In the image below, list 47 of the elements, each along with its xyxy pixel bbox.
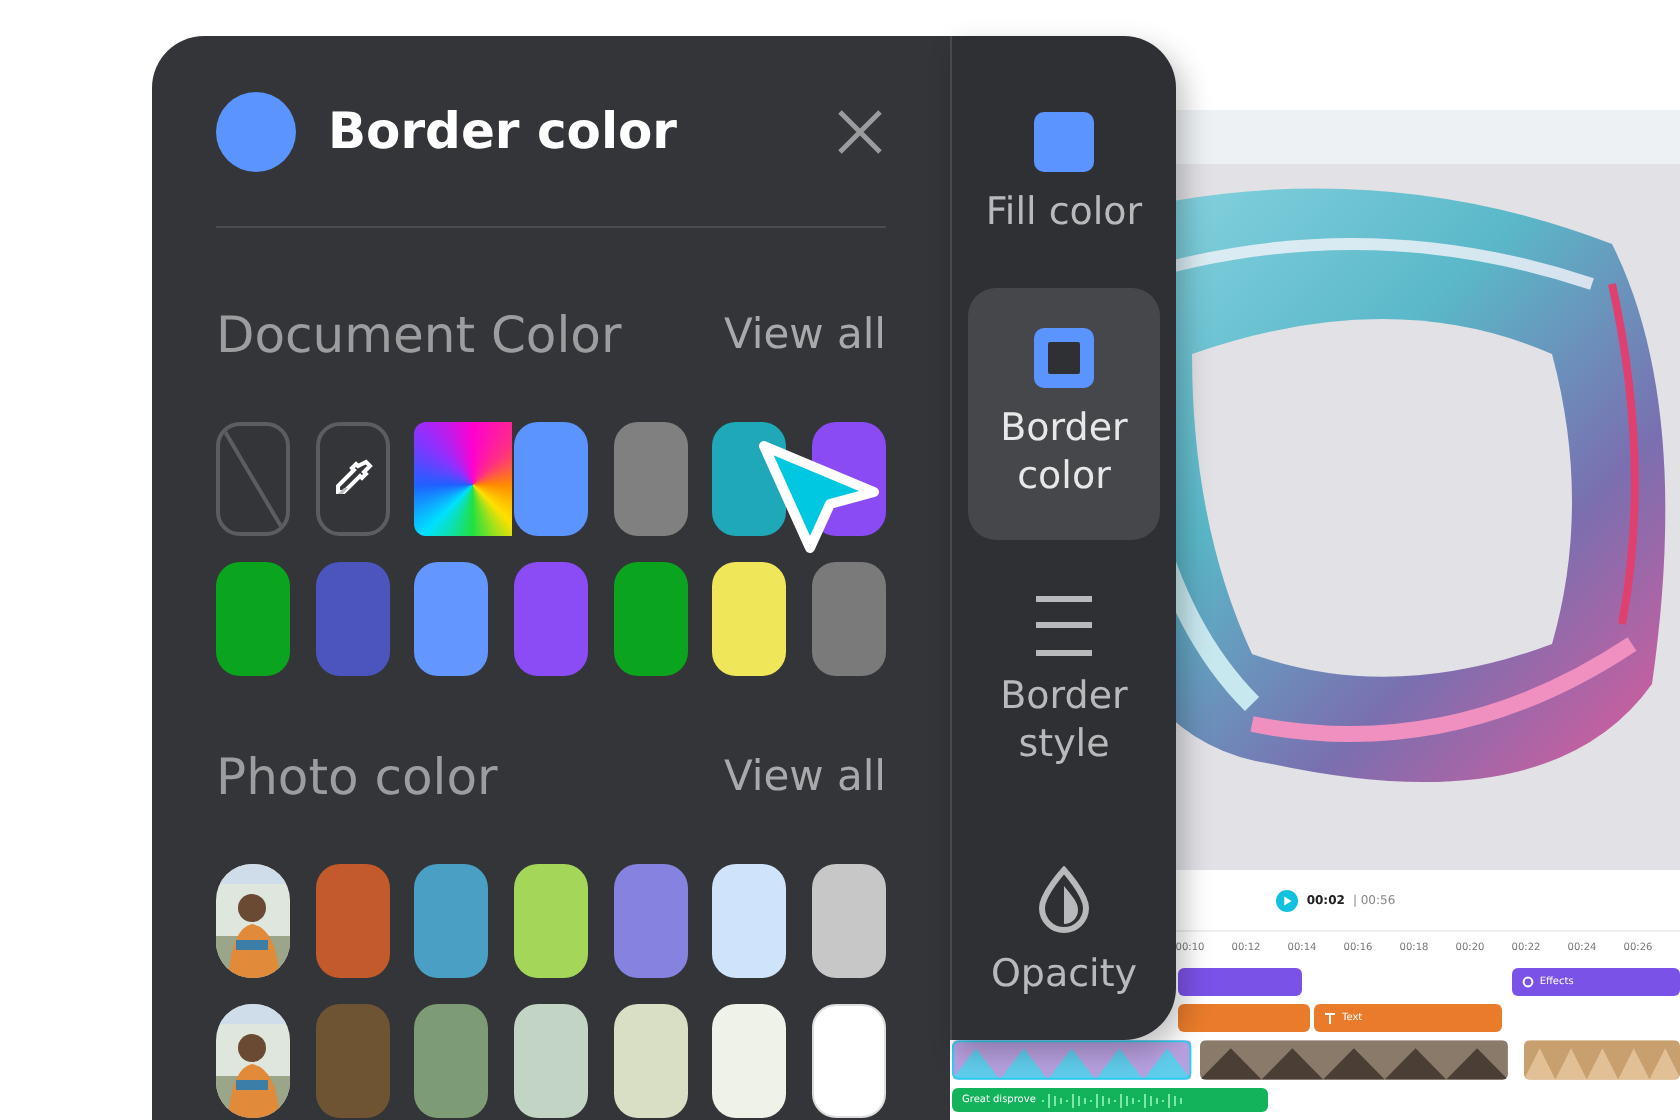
sidebar-label: Border style [998,671,1130,768]
sidebar-item[interactable]: Fill color [968,76,1160,273]
view-all-link[interactable]: View all [723,752,886,800]
lines-icon [1036,595,1092,656]
view-all-link[interactable]: View all [723,310,886,358]
timeline-clip[interactable] [1178,1004,1310,1032]
color-swatch[interactable] [514,422,589,536]
color-swatch[interactable] [712,1004,787,1118]
color-swatch[interactable] [514,864,589,978]
bordered-square-icon [1034,328,1094,389]
color-swatch[interactable] [216,562,290,676]
color-dot [216,91,296,171]
color-swatch[interactable] [514,562,589,676]
color-swatch[interactable] [712,422,787,536]
eyedropper-button[interactable] [315,422,390,536]
filled-square-icon [1034,112,1094,173]
color-swatch[interactable] [613,562,688,676]
sidebar-item[interactable]: Border style [968,556,1160,808]
color-swatch[interactable] [414,864,489,978]
color-swatch[interactable] [315,1004,390,1118]
section-title: Photo color [216,747,498,805]
text-icon [1324,1012,1336,1024]
spectrum-swatch[interactable] [414,422,513,536]
color-swatch[interactable] [812,864,887,978]
panel-title: Border color [328,102,680,160]
color-swatch[interactable] [613,1004,688,1118]
color-swatch[interactable] [414,1004,489,1118]
sidebar-item[interactable]: Opacity [968,823,1160,1040]
color-swatch[interactable] [812,562,887,676]
sidebar-label: Fill color [985,188,1143,237]
color-swatch[interactable] [812,1004,887,1118]
color-swatch[interactable] [613,864,688,978]
color-swatch[interactable] [712,562,787,676]
color-swatch[interactable] [315,864,390,978]
no-color-swatch[interactable] [216,422,290,536]
color-swatch[interactable] [613,422,688,536]
color-swatch[interactable] [514,1004,589,1118]
color-swatch[interactable] [315,562,390,676]
color-swatch[interactable] [414,562,489,676]
timeline-clip[interactable] [1178,968,1302,996]
drop-icon [1036,865,1092,934]
sidebar-item[interactable]: Border color [968,288,1160,541]
sidebar-label: Border color [998,404,1130,501]
sidebar-label: Opacity [990,949,1138,998]
close-icon[interactable] [834,105,886,157]
color-swatch[interactable] [712,864,787,978]
section-title: Document Color [216,305,622,363]
